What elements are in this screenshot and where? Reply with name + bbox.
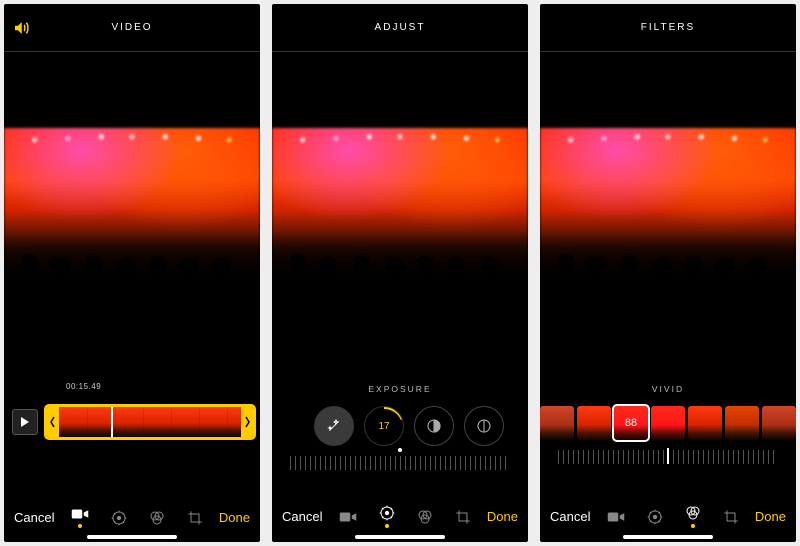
header: FILTERS [540,4,796,52]
exposure-dial[interactable]: 17 [364,406,404,446]
home-indicator[interactable] [623,535,713,539]
cancel-button[interactable]: Cancel [282,509,322,524]
adjustment-dials: 17 [314,406,486,446]
shadows-dial[interactable] [464,406,504,446]
header: ADJUST [272,4,528,52]
video-preview[interactable] [4,52,260,352]
adjust-dial-icon[interactable] [111,510,127,526]
header-title: ADJUST [375,22,426,33]
highlights-dial[interactable] [414,406,454,446]
video-icon[interactable] [71,507,89,528]
filters-icon[interactable] [685,505,701,528]
cancel-button[interactable]: Cancel [14,510,54,525]
adjust-dial-icon[interactable] [379,505,395,528]
timecode: 00:15.49 [66,382,101,391]
video-preview[interactable] [540,52,796,352]
filter-thumb[interactable] [540,406,574,440]
cancel-button[interactable]: Cancel [550,509,590,524]
play-button[interactable] [12,409,38,435]
slider-origin-dot [398,448,402,452]
crop-icon[interactable] [455,509,471,525]
filter-thumb-selected[interactable]: 88 [614,406,648,440]
trim-handle-right[interactable] [241,407,253,437]
timeline [4,404,260,440]
editor-panel-filters: FILTERS VIVID 88 Cancel [540,4,796,542]
playhead[interactable] [111,404,113,440]
intensity-slider[interactable] [558,450,778,464]
value-slider[interactable] [290,456,510,470]
crop-icon[interactable] [187,510,203,526]
filter-thumb[interactable] [762,406,796,440]
done-button[interactable]: Done [219,510,250,525]
crop-icon[interactable] [723,509,739,525]
filters-icon[interactable] [149,510,165,526]
done-button[interactable]: Done [755,509,786,524]
slider-indicator[interactable] [667,448,669,464]
header: VIDEO [4,4,260,52]
video-preview[interactable] [272,52,528,352]
video-icon[interactable] [339,510,357,524]
header-title: VIDEO [111,22,152,33]
clip-thumbnails[interactable] [59,407,241,437]
filter-thumb[interactable] [651,406,685,440]
filter-thumb[interactable] [577,406,611,440]
home-indicator[interactable] [87,535,177,539]
bottom-toolbar: Cancel Done [272,505,528,528]
filters-icon[interactable] [417,509,433,525]
auto-enhance-dial[interactable] [314,406,354,446]
filter-label: VIVID [652,384,684,394]
video-icon[interactable] [607,510,625,524]
editor-panel-adjust: ADJUST EXPOSURE 17 Cancel [272,4,528,542]
bottom-toolbar: Cancel Done [540,505,796,528]
bottom-toolbar: Cancel Done [4,507,260,528]
filter-strip[interactable]: 88 [554,406,782,440]
home-indicator[interactable] [355,535,445,539]
exposure-value: 17 [378,421,389,432]
filter-thumb[interactable] [725,406,759,440]
adjust-dial-icon[interactable] [647,509,663,525]
sound-icon[interactable] [12,19,30,37]
adjustment-label: EXPOSURE [368,384,431,394]
filter-intensity-value: 88 [625,417,637,429]
trim-handle-left[interactable] [47,407,59,437]
filter-thumb[interactable] [688,406,722,440]
trim-clip[interactable] [44,404,256,440]
editor-panel-video: VIDEO 00:15.49 Cancel [4,4,260,542]
done-button[interactable]: Done [487,509,518,524]
header-title: FILTERS [641,22,695,33]
